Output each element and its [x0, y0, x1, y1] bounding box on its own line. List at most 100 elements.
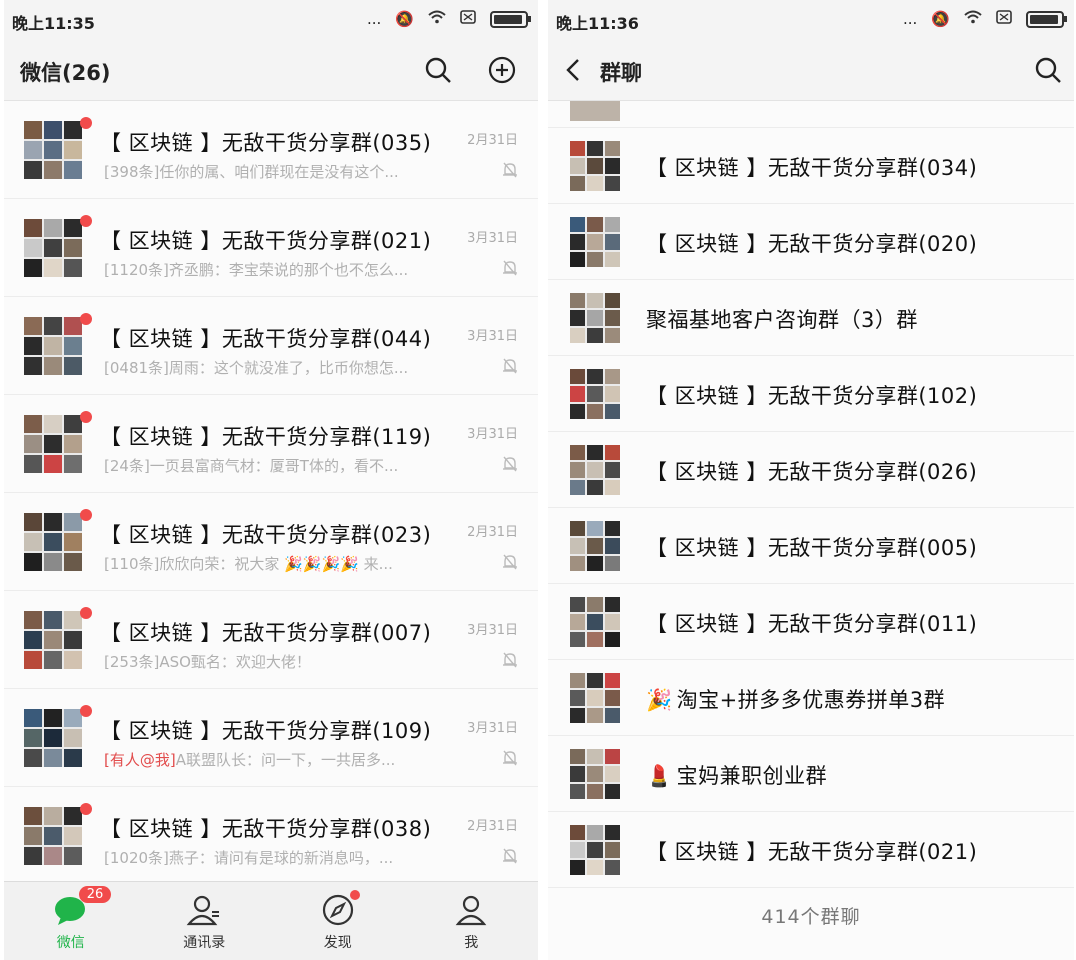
list-item-partial[interactable]: ": [548, 101, 1074, 128]
group-avatar: [570, 141, 620, 191]
group-row[interactable]: 聚福基地客户咨询群（3）群: [548, 280, 1074, 356]
chat-preview: [398条]任你的属、咱们群现在是没有这个...: [104, 161, 444, 182]
group-name: ": [844, 101, 851, 111]
mute-bell-icon: 🔕: [395, 10, 414, 28]
group-name-text: 【 区块链 】无敌干货分享群(021): [646, 840, 978, 864]
chat-preview: [24条]一页县富商气材：厦哥T体的，看不...: [104, 455, 444, 476]
unread-dot: [80, 607, 92, 619]
page-title: 群聊: [600, 61, 642, 85]
tab-label: 通讯录: [183, 935, 226, 951]
group-row[interactable]: 【 区块链 】无敌干货分享群(020): [548, 204, 1074, 280]
group-avatar: [24, 121, 82, 179]
unread-dot: [80, 803, 92, 815]
preview-text: [253条]ASO甄名：欢迎大佬！: [104, 653, 311, 671]
search-icon[interactable]: [424, 56, 452, 84]
group-row[interactable]: 🎉 淘宝+拼多多优惠券拼单3群: [548, 660, 1074, 736]
status-bar: 晚上11:36 ... 🔕: [548, 0, 1074, 40]
group-avatar: [570, 101, 620, 121]
chat-row[interactable]: 【 区块链 】无敌干货分享群(023) 2月31日 [110条]欣欣向荣：祝大家 🎉…: [4, 493, 538, 591]
group-name: 【 区块链 】无敌干货分享群(021): [646, 836, 977, 866]
group-name-text: 【 区块链 】无敌干货分享群(102): [646, 384, 978, 408]
chat-row[interactable]: 【 区块链 】无敌干货分享群(038) 2月31日 [1020条]燕子：请问有是球的…: [4, 787, 538, 885]
chats-screen: 晚上11:35 ... 🔕 微信(26) 【 区块链 】无敌干货分享群(035)…: [4, 0, 538, 960]
contacts-icon: [186, 895, 220, 926]
tab-contacts[interactable]: 通讯录: [138, 882, 272, 960]
group-avatar: [24, 807, 82, 865]
chat-name: 【 区块链 】无敌干货分享群(007): [100, 621, 432, 645]
mention-tag: [有人@我]: [104, 751, 176, 769]
chat-time: 3月31日: [467, 623, 518, 638]
group-row[interactable]: 【 区块链 】无敌干货分享群(102): [548, 356, 1074, 432]
chat-row[interactable]: 【 区块链 】无敌干货分享群(007) 3月31日 [253条]ASO甄名：欢迎大佬…: [4, 591, 538, 689]
sim-icon: [460, 10, 476, 28]
group-name: 【 区块链 】无敌干货分享群(034): [646, 152, 977, 182]
chat-row[interactable]: 【 区块链 】无敌干货分享群(044) 3月31日 [0481条]周雨：这个就没准了…: [4, 297, 538, 395]
preview-text: A联盟队长：问一下，一共居多...: [175, 751, 396, 769]
more-dots-icon: ...: [903, 10, 918, 28]
chat-time: 2月31日: [467, 133, 518, 148]
group-name: 【 区块链 】无敌干货分享群(020): [646, 228, 977, 258]
mute-icon: [503, 260, 517, 276]
preview-text: [24条]一页县富商气材：厦哥T体的，看不...: [104, 457, 399, 475]
group-name: 【 区块链 】无敌干货分享群(011): [646, 608, 977, 638]
group-row[interactable]: 💄 宝妈兼职创业群: [548, 736, 1074, 812]
status-time: 晚上11:35: [12, 14, 95, 33]
status-time: 晚上11:36: [556, 14, 639, 33]
header-bar: 微信(26): [4, 40, 538, 101]
group-avatar: [24, 219, 82, 277]
group-avatar: [570, 217, 620, 267]
group-name: 聚福基地客户咨询群（3）群: [646, 304, 918, 334]
preview-text: [0481条]周雨：这个就没准了，比币你想怎...: [104, 359, 409, 377]
group-name-text: 宝妈兼职创业群: [676, 764, 828, 788]
chat-row[interactable]: 【 区块链 】无敌干货分享群(109) 3月31日 [有人@我]A联盟队长：问一下，…: [4, 689, 538, 787]
chat-row[interactable]: 【 区块链 】无敌干货分享群(035) 2月31日 [398条]任你的属、咱们群现在…: [4, 101, 538, 199]
group-avatar: [570, 597, 620, 647]
status-bar: 晚上11:35 ... 🔕: [4, 0, 538, 40]
group-row[interactable]: 【 区块链 】无敌干货分享群(021): [548, 812, 1074, 888]
group-row[interactable]: 【 区块链 】无敌干货分享群(026): [548, 432, 1074, 508]
unread-dot: [80, 117, 92, 129]
group-name: 💄 宝妈兼职创业群: [646, 760, 827, 790]
group-name: 【 区块链 】无敌干货分享群(026): [646, 456, 977, 486]
search-icon[interactable]: [1034, 56, 1062, 84]
group-name: 【 区块链 】无敌干货分享群(005): [646, 532, 977, 562]
tab-me[interactable]: 我: [405, 882, 539, 960]
group-emoji-icon: 💄: [646, 764, 673, 788]
tab-chats[interactable]: 26 微信: [4, 882, 138, 960]
chat-time: 3月31日: [467, 231, 518, 246]
group-count: 414个群聊: [761, 906, 861, 928]
page-title: 微信(26): [20, 61, 111, 85]
chat-name: 【 区块链 】无敌干货分享群(109): [100, 719, 432, 743]
tab-label: 我: [464, 935, 479, 951]
group-avatar: [570, 825, 620, 875]
add-plus-icon[interactable]: [488, 56, 516, 84]
group-name: 【 区块链 】无敌干货分享群(102): [646, 380, 977, 410]
group-row[interactable]: 【 区块链 】无敌干货分享群(034): [548, 128, 1074, 204]
tab-discover[interactable]: 发现: [271, 882, 405, 960]
group-avatar: [570, 521, 620, 571]
chat-row[interactable]: 【 区块链 】无敌干货分享群(119) 3月31日 [24条]一页县富商气材：厦哥T…: [4, 395, 538, 493]
chat-list: 【 区块链 】无敌干货分享群(035) 2月31日 [398条]任你的属、咱们群现在…: [4, 101, 538, 885]
mute-icon: [503, 848, 517, 864]
group-row[interactable]: 【 区块链 】无敌干货分享群(011): [548, 584, 1074, 660]
back-chevron-icon[interactable]: [560, 56, 588, 84]
chat-preview: [有人@我]A联盟队长：问一下，一共居多...: [104, 749, 444, 770]
discover-red-dot: [349, 890, 360, 900]
chat-name: 【 区块链 】无敌干货分享群(021): [100, 229, 432, 253]
preview-text: [1120条]齐丞鹏：李宝荣说的那个也不怎么...: [104, 261, 409, 279]
group-list: " 【 区块链 】无敌干货分享群(034) 【 区块链 】无敌干货分享群(020)…: [548, 101, 1074, 888]
mute-icon: [503, 358, 517, 374]
chat-time: 3月31日: [467, 721, 518, 736]
chat-time: 3月31日: [467, 329, 518, 344]
mute-icon: [503, 554, 517, 570]
group-row[interactable]: 【 区块链 】无敌干货分享群(005): [548, 508, 1074, 584]
group-avatar: [570, 749, 620, 799]
chat-time: 2月31日: [467, 819, 518, 834]
group-name-text: 【 区块链 】无敌干货分享群(011): [646, 612, 978, 636]
preview-text: [1020条]燕子：请问有是球的新消息吗，...: [104, 849, 394, 867]
group-avatar: [570, 673, 620, 723]
chat-preview: [1120条]齐丞鹏：李宝荣说的那个也不怎么...: [104, 259, 444, 280]
mute-icon: [503, 456, 517, 472]
chat-row[interactable]: 【 区块链 】无敌干货分享群(021) 3月31日 [1120条]齐丞鹏：李宝荣说的…: [4, 199, 538, 297]
group-name: 🎉 淘宝+拼多多优惠券拼单3群: [646, 684, 945, 714]
